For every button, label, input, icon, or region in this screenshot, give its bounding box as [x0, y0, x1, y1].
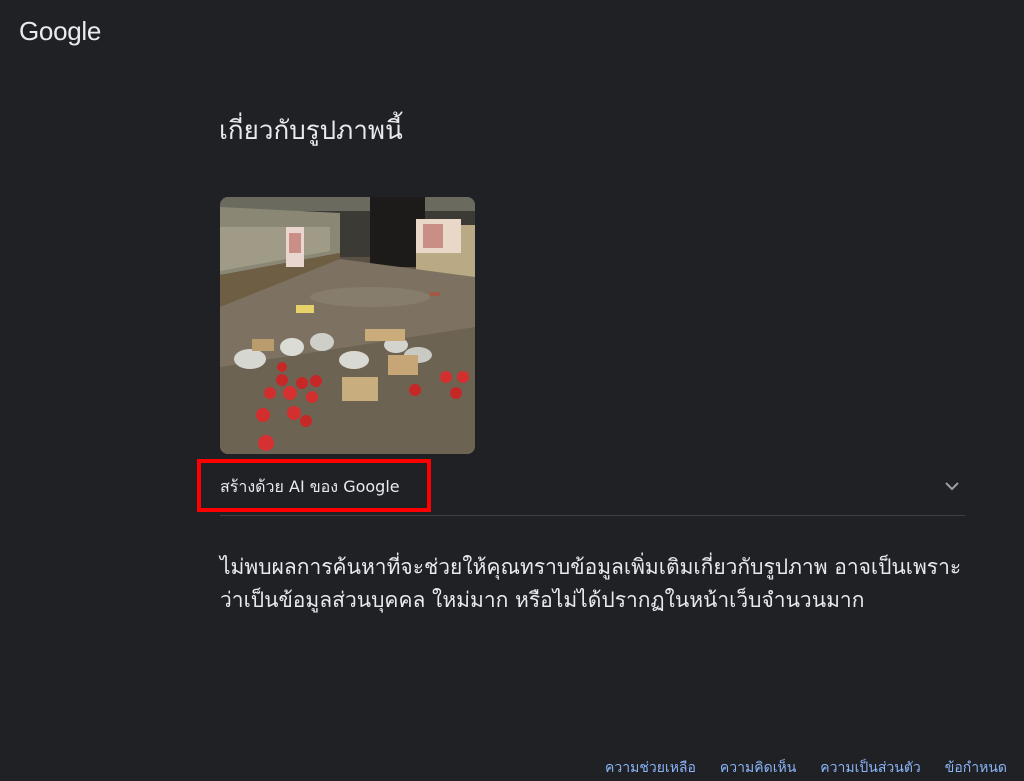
- google-logo[interactable]: Google: [19, 16, 101, 47]
- section-divider: [220, 515, 965, 516]
- footer-link-feedback[interactable]: ความคิดเห็น: [720, 757, 796, 779]
- footer-link-terms[interactable]: ข้อกำหนด: [945, 757, 1007, 779]
- expand-button[interactable]: [940, 474, 964, 498]
- page-title: เกี่ยวกับรูปภาพนี้: [219, 116, 403, 146]
- chevron-down-icon: [945, 481, 959, 490]
- footer-links: ความช่วยเหลือ ความคิดเห็น ความเป็นส่วนตั…: [605, 757, 1007, 779]
- ai-generated-label: สร้างด้วย AI ของ Google: [220, 477, 400, 496]
- footer-link-help[interactable]: ความช่วยเหลือ: [605, 757, 696, 779]
- result-image[interactable]: [220, 197, 475, 454]
- footer-link-privacy[interactable]: ความเป็นส่วนตัว: [820, 757, 921, 779]
- no-results-message: ไม่พบผลการค้นหาที่จะช่วยให้คุณทราบข้อมูล…: [220, 555, 962, 612]
